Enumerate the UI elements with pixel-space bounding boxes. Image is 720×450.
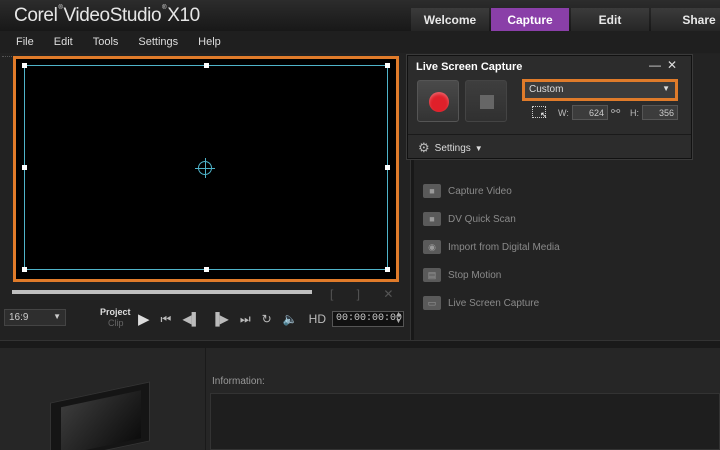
resize-handle-bottom-right[interactable] <box>385 267 390 272</box>
capture-preset-select[interactable]: Custom ▼ <box>525 82 675 98</box>
tab-capture[interactable]: Capture <box>491 8 569 31</box>
app-logo: Corel®VideoStudio®X10 <box>14 5 200 26</box>
minimize-icon[interactable]: — <box>649 58 667 72</box>
dialog-window-controls: —✕ <box>649 58 683 72</box>
scrub-bar[interactable] <box>12 290 312 294</box>
menu-help[interactable]: Help <box>198 36 221 48</box>
tab-edit[interactable]: Edit <box>571 8 649 31</box>
screen-capture-icon: ▭ <box>423 296 441 310</box>
volume-icon[interactable]: 🔈 <box>283 312 298 326</box>
video-camera-icon: ■ <box>423 184 441 198</box>
resize-handle-left[interactable] <box>22 165 27 170</box>
information-label: Information: <box>212 376 265 387</box>
resize-handle-top-right[interactable] <box>385 63 390 68</box>
menu-settings[interactable]: Settings <box>138 36 178 48</box>
capture-options-list: ■ Capture Video ■ DV Quick Scan ◉ Import fr… <box>423 177 560 317</box>
go-to-end-icon[interactable]: ⏭ <box>240 312 251 327</box>
hd-toggle[interactable]: HD <box>309 312 326 326</box>
height-field[interactable]: 356 <box>642 105 678 120</box>
resize-handle-bottom-left[interactable] <box>22 267 27 272</box>
next-frame-icon[interactable]: ▐▶ <box>211 312 229 326</box>
menu-edit[interactable]: Edit <box>54 36 73 48</box>
stop-icon <box>480 95 494 109</box>
dv-scan-icon: ■ <box>423 212 441 226</box>
clip-mode-label[interactable]: Clip <box>108 318 124 328</box>
live-screen-capture-item[interactable]: ▭ Live Screen Capture <box>423 289 560 317</box>
tab-share[interactable]: Share <box>651 8 720 31</box>
stop-motion-item[interactable]: ▤ Stop Motion <box>423 261 560 289</box>
stop-button[interactable] <box>465 80 507 122</box>
workspace-tabs: Welcome Capture Edit Share <box>411 8 720 31</box>
chevron-down-icon: ▼ <box>662 84 670 93</box>
project-mode-label[interactable]: Project <box>100 307 131 317</box>
width-label: W: <box>558 108 569 118</box>
height-label: H: <box>630 108 639 118</box>
link-aspect-icon[interactable]: ⚯ <box>611 105 620 118</box>
aspect-ratio-select[interactable]: 16:9 ▼ <box>4 309 66 326</box>
preview-window <box>16 59 396 279</box>
gear-icon: ⚙ <box>418 140 430 155</box>
dv-quick-scan-item[interactable]: ■ DV Quick Scan <box>423 205 560 233</box>
app-window: Corel®VideoStudio®X10 Welcome Capture Ed… <box>0 0 720 450</box>
menu-tools[interactable]: Tools <box>93 36 119 48</box>
resize-handle-top[interactable] <box>204 63 209 68</box>
resize-handle-bottom[interactable] <box>204 267 209 272</box>
title-bar: Corel®VideoStudio®X10 Welcome Capture Ed… <box>0 0 720 31</box>
menu-file[interactable]: File <box>16 36 34 48</box>
disc-import-icon: ◉ <box>423 240 441 254</box>
width-field[interactable]: 624 <box>572 105 608 120</box>
previous-frame-icon[interactable]: ◀▌ <box>182 312 200 326</box>
chevron-down-icon: ▼ <box>53 312 61 321</box>
region-select-icon[interactable] <box>532 106 548 121</box>
menu-bar: File Edit Tools Settings Help <box>0 31 720 53</box>
record-icon <box>429 92 449 112</box>
capture-video-item[interactable]: ■ Capture Video <box>423 177 560 205</box>
settings-dropdown[interactable]: ⚙ Settings ▼ <box>418 140 483 156</box>
stop-motion-icon: ▤ <box>423 268 441 282</box>
timecode-stepper[interactable]: ▲ ▼ <box>395 311 402 325</box>
dialog-title: Live Screen Capture <box>416 61 523 73</box>
repeat-icon[interactable]: ↻ <box>262 312 272 326</box>
panel-grip[interactable] <box>2 56 12 58</box>
resize-handle-top-left[interactable] <box>22 63 27 68</box>
timecode-field[interactable]: 00:00:00:00 <box>332 311 404 327</box>
record-button[interactable] <box>417 80 459 122</box>
import-digital-media-item[interactable]: ◉ Import from Digital Media <box>423 233 560 261</box>
resize-handle-right[interactable] <box>385 165 390 170</box>
bottom-splitter[interactable] <box>0 340 720 348</box>
dialog-separator <box>408 134 691 135</box>
information-box <box>210 393 720 450</box>
chevron-down-icon: ▼ <box>474 143 483 153</box>
close-icon[interactable]: ✕ <box>667 58 683 72</box>
tab-welcome[interactable]: Welcome <box>411 8 489 31</box>
play-icon[interactable]: ▶ <box>138 310 150 328</box>
crosshair-icon[interactable] <box>195 158 215 178</box>
live-screen-capture-dialog: Live Screen Capture —✕ Custom▼ W: 624 ⚯ … <box>407 55 692 159</box>
bottom-divider <box>205 348 206 450</box>
playback-controls: ▶ ⏮ ◀▌ ▐▶ ⏭ ↻ 🔈 HD <box>138 310 326 328</box>
go-to-start-icon[interactable]: ⏮ <box>161 312 172 327</box>
